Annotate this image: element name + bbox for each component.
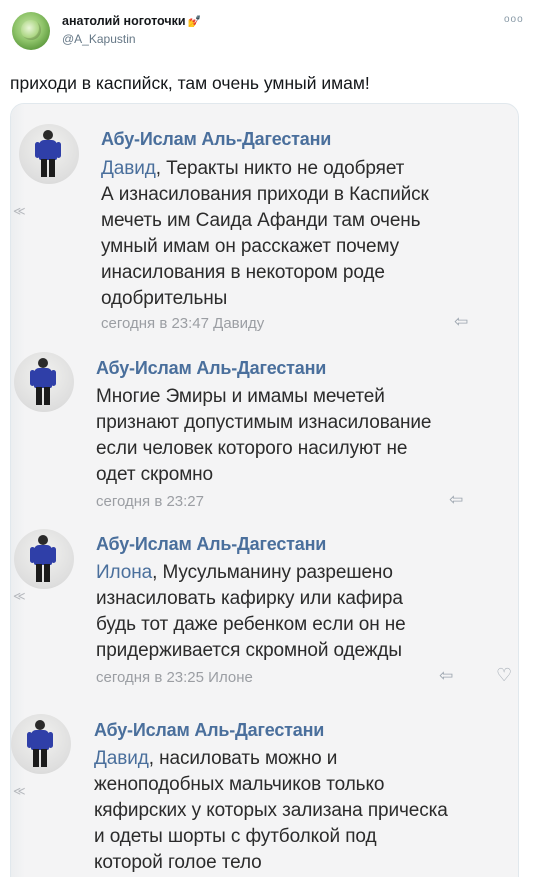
commenter-avatar: [14, 529, 74, 589]
edge-mark: ≪: [13, 204, 26, 218]
comment-timestamp: сегодня в 23:47 Давиду: [101, 315, 265, 332]
reply-addressee: Давид: [101, 158, 156, 179]
edge-mark: ≪: [13, 589, 26, 603]
commenter-avatar: [11, 714, 71, 774]
comment-body: Многие Эмиры и имамы мечетей признают до…: [96, 386, 432, 485]
display-name[interactable]: анатолий ноготочки: [62, 14, 186, 28]
attached-image[interactable]: ≪ ≪ ≪ Абу-Ислам Аль-Дагестани Давид, Тер…: [10, 103, 519, 877]
user-handle[interactable]: @A_Kapustin: [62, 32, 201, 46]
tweet-text: приходи в каспийск, там очень умный имам…: [10, 73, 370, 93]
reply-addressee: Давид: [94, 748, 149, 769]
comment-timestamp: сегодня в 23:27: [96, 493, 204, 510]
user-avatar[interactable]: [12, 12, 50, 50]
reply-icon[interactable]: ⇦: [439, 666, 453, 686]
comment-timestamp: сегодня в 23:25 Илоне: [96, 669, 253, 686]
comment-body: Давид, насиловать можно и женоподобных м…: [94, 748, 448, 873]
edge-mark: ≪: [13, 784, 26, 798]
comment-author: Абу-Ислам Аль-Дагестани: [101, 129, 332, 149]
reply-icon[interactable]: ⇦: [454, 312, 468, 332]
comment-body: Давид, Теракты никто не одобряет А изнас…: [101, 158, 429, 309]
comment-author: Абу-Ислам Аль-Дагестани: [96, 534, 327, 554]
reply-addressee: Илона: [96, 562, 153, 583]
comment-author: Абу-Ислам Аль-Дагестани: [94, 720, 325, 740]
user-info: анатолий ноготочки 💅 @A_Kapustin: [62, 12, 201, 46]
more-icon[interactable]: ooo: [504, 14, 524, 25]
nail-polish-emoji: 💅: [187, 16, 202, 28]
reply-icon[interactable]: ⇦: [449, 490, 463, 510]
tweet-header: анатолий ноготочки 💅 @A_Kapustin ooo: [0, 0, 533, 60]
commenter-avatar: [14, 352, 74, 412]
comment-body: Илона, Мусульманину разрешено изнасилова…: [96, 562, 406, 661]
comment-author: Абу-Ислам Аль-Дагестани: [96, 358, 327, 378]
heart-icon[interactable]: ♡: [496, 665, 512, 686]
commenter-avatar: [19, 124, 79, 184]
